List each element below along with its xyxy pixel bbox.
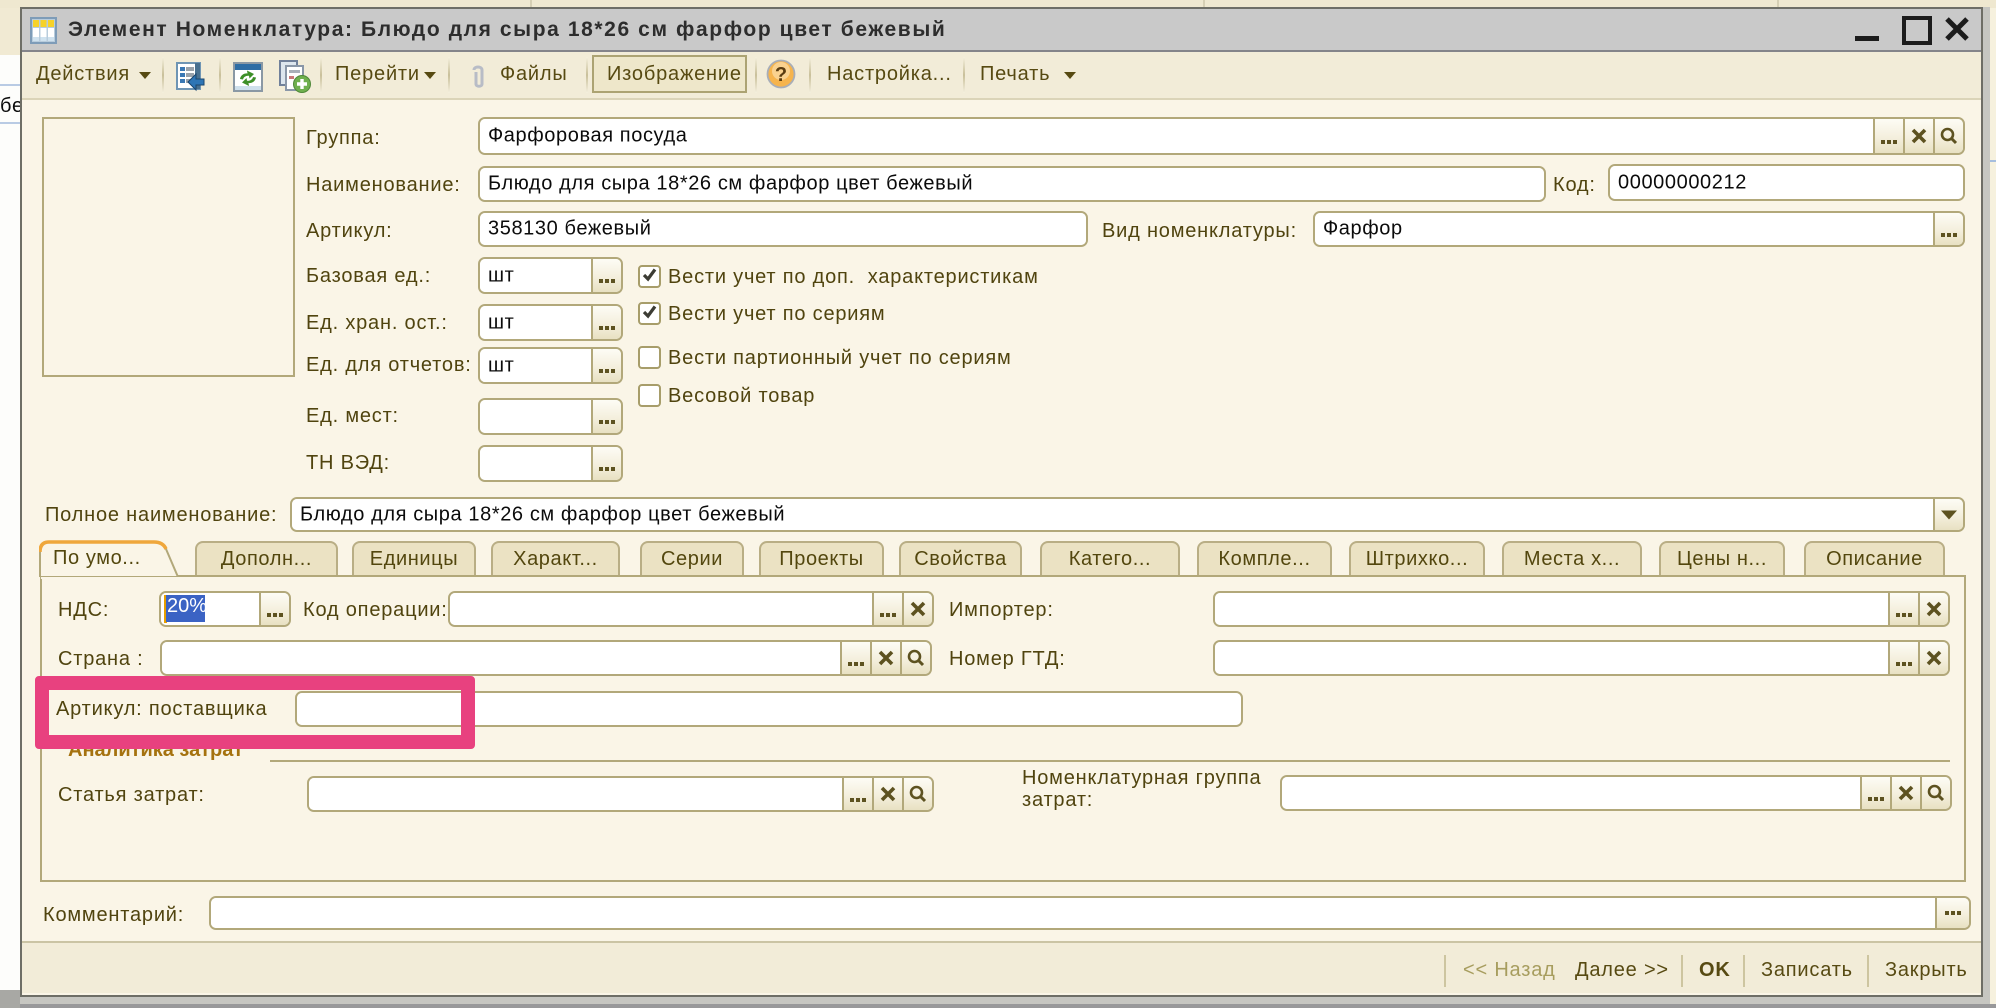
svg-text:?: ?	[775, 64, 787, 86]
